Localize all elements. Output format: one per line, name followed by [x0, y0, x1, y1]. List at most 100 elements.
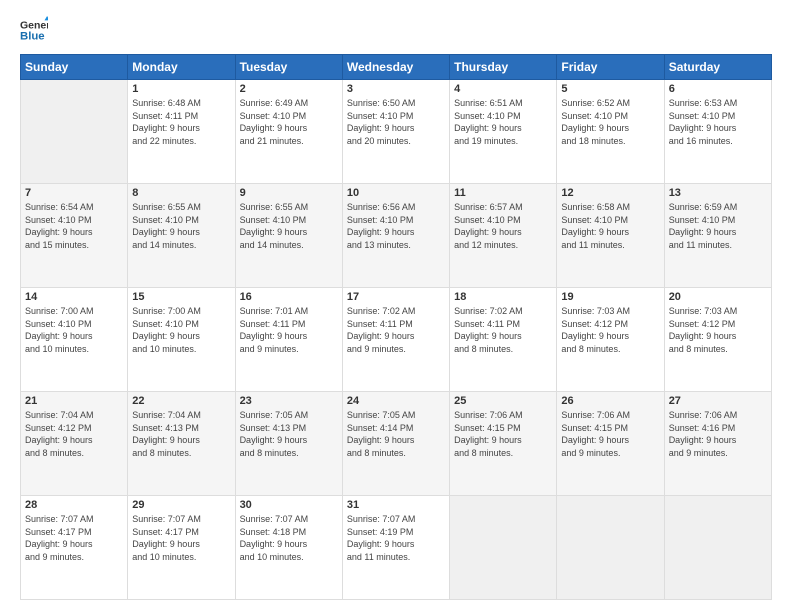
logo-icon: GeneralBlue: [20, 16, 48, 44]
calendar-cell: [21, 80, 128, 184]
cell-info: Sunrise: 6:50 AM Sunset: 4:10 PM Dayligh…: [347, 97, 445, 147]
cell-info: Sunrise: 7:01 AM Sunset: 4:11 PM Dayligh…: [240, 305, 338, 355]
cell-info: Sunrise: 7:07 AM Sunset: 4:18 PM Dayligh…: [240, 513, 338, 563]
calendar-cell: 7 Sunrise: 6:54 AM Sunset: 4:10 PM Daylig…: [21, 184, 128, 288]
cell-info: Sunrise: 7:03 AM Sunset: 4:12 PM Dayligh…: [669, 305, 767, 355]
calendar-week-4: 21Sunrise: 7:04 AM Sunset: 4:12 PM Dayli…: [21, 392, 772, 496]
cell-info: Sunrise: 6:52 AM Sunset: 4:10 PM Dayligh…: [561, 97, 659, 147]
weekday-header-thursday: Thursday: [450, 55, 557, 80]
cell-info: Sunrise: 7:07 AM Sunset: 4:19 PM Dayligh…: [347, 513, 445, 563]
calendar-cell: 30 Sunrise: 7:07 AM Sunset: 4:18 PM Dayli…: [235, 496, 342, 600]
calendar-cell: 17 Sunrise: 7:02 AM Sunset: 4:11 PM Dayli…: [342, 288, 449, 392]
calendar-week-1: 1Sunrise: 6:48 AM Sunset: 4:11 PM Daylig…: [21, 80, 772, 184]
calendar-cell: 3 Sunrise: 6:50 AM Sunset: 4:10 PM Daylig…: [342, 80, 449, 184]
calendar-cell: 24 Sunrise: 7:05 AM Sunset: 4:14 PM Dayli…: [342, 392, 449, 496]
cell-info: Sunrise: 7:00 AM Sunset: 4:10 PM Dayligh…: [25, 305, 123, 355]
calendar-cell: 9Sunrise: 6:55 AM Sunset: 4:10 PM Daylig…: [235, 184, 342, 288]
day-number: 25: [454, 395, 552, 407]
calendar-cell: [557, 496, 664, 600]
weekday-header-sunday: Sunday: [21, 55, 128, 80]
day-number: 24: [347, 395, 445, 407]
day-number: 10: [347, 187, 445, 199]
svg-text:Blue: Blue: [20, 31, 45, 43]
calendar-cell: 25 Sunrise: 7:06 AM Sunset: 4:15 PM Dayli…: [450, 392, 557, 496]
calendar-cell: 4 Sunrise: 6:51 AM Sunset: 4:10 PM Daylig…: [450, 80, 557, 184]
day-number: 6: [669, 83, 767, 95]
day-number: 19: [561, 291, 659, 303]
header: GeneralBlue: [20, 16, 772, 44]
weekday-header-friday: Friday: [557, 55, 664, 80]
day-number: 13: [669, 187, 767, 199]
calendar-week-3: 14Sunrise: 7:00 AM Sunset: 4:10 PM Dayli…: [21, 288, 772, 392]
calendar-cell: 29Sunrise: 7:07 AM Sunset: 4:17 PM Dayli…: [128, 496, 235, 600]
day-number: 17: [347, 291, 445, 303]
cell-info: Sunrise: 7:06 AM Sunset: 4:16 PM Dayligh…: [669, 409, 767, 459]
cell-info: Sunrise: 6:49 AM Sunset: 4:10 PM Dayligh…: [240, 97, 338, 147]
cell-info: Sunrise: 6:51 AM Sunset: 4:10 PM Dayligh…: [454, 97, 552, 147]
calendar-cell: 6 Sunrise: 6:53 AM Sunset: 4:10 PM Daylig…: [664, 80, 771, 184]
weekday-header-monday: Monday: [128, 55, 235, 80]
day-number: 4: [454, 83, 552, 95]
calendar-cell: [664, 496, 771, 600]
calendar-cell: 21Sunrise: 7:04 AM Sunset: 4:12 PM Dayli…: [21, 392, 128, 496]
day-number: 7: [25, 187, 123, 199]
cell-info: Sunrise: 7:06 AM Sunset: 4:15 PM Dayligh…: [561, 409, 659, 459]
day-number: 8: [132, 187, 230, 199]
calendar: SundayMondayTuesdayWednesdayThursdayFrid…: [20, 54, 772, 600]
calendar-cell: 15 Sunrise: 7:00 AM Sunset: 4:10 PM Dayli…: [128, 288, 235, 392]
cell-info: Sunrise: 7:02 AM Sunset: 4:11 PM Dayligh…: [454, 305, 552, 355]
weekday-header-saturday: Saturday: [664, 55, 771, 80]
cell-info: Sunrise: 6:48 AM Sunset: 4:11 PM Dayligh…: [132, 97, 230, 147]
calendar-cell: 1Sunrise: 6:48 AM Sunset: 4:11 PM Daylig…: [128, 80, 235, 184]
cell-info: Sunrise: 6:54 AM Sunset: 4:10 PM Dayligh…: [25, 201, 123, 251]
cell-info: Sunrise: 7:04 AM Sunset: 4:13 PM Dayligh…: [132, 409, 230, 459]
cell-info: Sunrise: 6:55 AM Sunset: 4:10 PM Dayligh…: [132, 201, 230, 251]
day-number: 27: [669, 395, 767, 407]
day-number: 18: [454, 291, 552, 303]
day-number: 22: [132, 395, 230, 407]
day-number: 9: [240, 187, 338, 199]
cell-info: Sunrise: 7:00 AM Sunset: 4:10 PM Dayligh…: [132, 305, 230, 355]
calendar-cell: 28Sunrise: 7:07 AM Sunset: 4:17 PM Dayli…: [21, 496, 128, 600]
day-number: 30: [240, 499, 338, 511]
cell-info: Sunrise: 7:04 AM Sunset: 4:12 PM Dayligh…: [25, 409, 123, 459]
page: GeneralBlue SundayMondayTuesdayWednesday…: [0, 0, 792, 612]
calendar-week-2: 7 Sunrise: 6:54 AM Sunset: 4:10 PM Daylig…: [21, 184, 772, 288]
svg-text:General: General: [20, 19, 48, 31]
day-number: 20: [669, 291, 767, 303]
calendar-cell: 22 Sunrise: 7:04 AM Sunset: 4:13 PM Dayli…: [128, 392, 235, 496]
day-number: 26: [561, 395, 659, 407]
cell-info: Sunrise: 7:05 AM Sunset: 4:13 PM Dayligh…: [240, 409, 338, 459]
cell-info: Sunrise: 7:07 AM Sunset: 4:17 PM Dayligh…: [25, 513, 123, 563]
cell-info: Sunrise: 7:06 AM Sunset: 4:15 PM Dayligh…: [454, 409, 552, 459]
calendar-week-5: 28Sunrise: 7:07 AM Sunset: 4:17 PM Dayli…: [21, 496, 772, 600]
weekday-header-row: SundayMondayTuesdayWednesdayThursdayFrid…: [21, 55, 772, 80]
calendar-cell: 2 Sunrise: 6:49 AM Sunset: 4:10 PM Daylig…: [235, 80, 342, 184]
day-number: 29: [132, 499, 230, 511]
day-number: 11: [454, 187, 552, 199]
day-number: 2: [240, 83, 338, 95]
calendar-cell: [450, 496, 557, 600]
cell-info: Sunrise: 6:53 AM Sunset: 4:10 PM Dayligh…: [669, 97, 767, 147]
cell-info: Sunrise: 7:02 AM Sunset: 4:11 PM Dayligh…: [347, 305, 445, 355]
calendar-cell: 5Sunrise: 6:52 AM Sunset: 4:10 PM Daylig…: [557, 80, 664, 184]
calendar-cell: 27 Sunrise: 7:06 AM Sunset: 4:16 PM Dayli…: [664, 392, 771, 496]
weekday-header-tuesday: Tuesday: [235, 55, 342, 80]
day-number: 12: [561, 187, 659, 199]
calendar-cell: 19 Sunrise: 7:03 AM Sunset: 4:12 PM Dayli…: [557, 288, 664, 392]
cell-info: Sunrise: 6:59 AM Sunset: 4:10 PM Dayligh…: [669, 201, 767, 251]
cell-info: Sunrise: 6:57 AM Sunset: 4:10 PM Dayligh…: [454, 201, 552, 251]
calendar-cell: 20 Sunrise: 7:03 AM Sunset: 4:12 PM Dayli…: [664, 288, 771, 392]
calendar-cell: 12Sunrise: 6:58 AM Sunset: 4:10 PM Dayli…: [557, 184, 664, 288]
calendar-cell: 8 Sunrise: 6:55 AM Sunset: 4:10 PM Daylig…: [128, 184, 235, 288]
calendar-cell: 13 Sunrise: 6:59 AM Sunset: 4:10 PM Dayli…: [664, 184, 771, 288]
calendar-cell: 10Sunrise: 6:56 AM Sunset: 4:10 PM Dayli…: [342, 184, 449, 288]
day-number: 15: [132, 291, 230, 303]
day-number: 31: [347, 499, 445, 511]
cell-info: Sunrise: 7:05 AM Sunset: 4:14 PM Dayligh…: [347, 409, 445, 459]
calendar-cell: 26 Sunrise: 7:06 AM Sunset: 4:15 PM Dayli…: [557, 392, 664, 496]
cell-info: Sunrise: 7:03 AM Sunset: 4:12 PM Dayligh…: [561, 305, 659, 355]
day-number: 3: [347, 83, 445, 95]
calendar-cell: 23Sunrise: 7:05 AM Sunset: 4:13 PM Dayli…: [235, 392, 342, 496]
calendar-cell: 14Sunrise: 7:00 AM Sunset: 4:10 PM Dayli…: [21, 288, 128, 392]
